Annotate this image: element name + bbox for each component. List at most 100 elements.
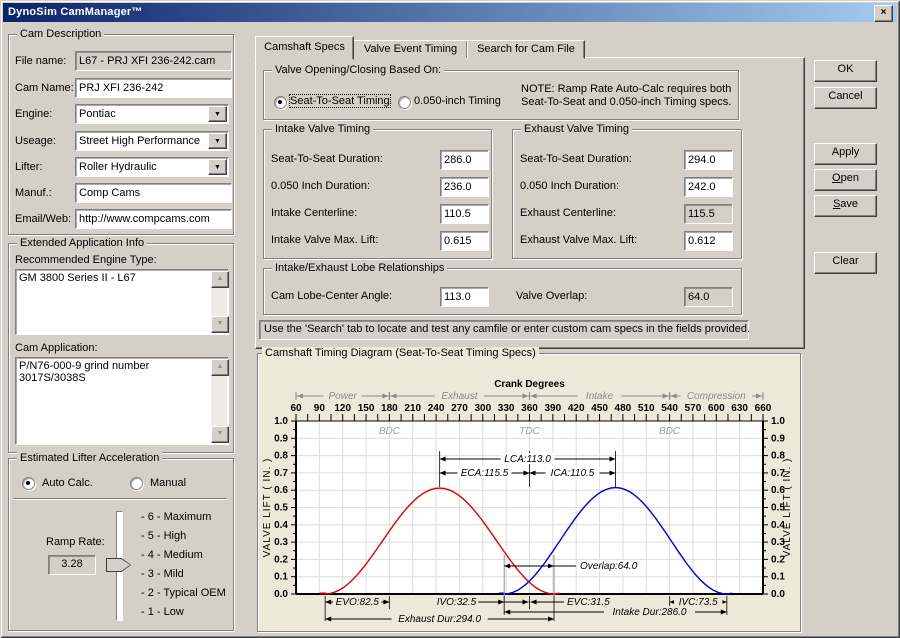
- tab-valve-event-timing[interactable]: Valve Event Timing: [353, 40, 468, 59]
- intake-max-lift-label: Intake Valve Max. Lift:: [271, 234, 379, 246]
- svg-text:390: 390: [545, 403, 562, 414]
- svg-text:1.0: 1.0: [771, 416, 785, 427]
- close-button[interactable]: ×: [874, 5, 893, 22]
- extended-info-group: Extended Application Info Recommended En…: [8, 237, 234, 453]
- intake-max-lift-field[interactable]: 0.615: [440, 231, 489, 251]
- lifter-select[interactable]: Roller Hydraulic ▼: [75, 157, 229, 177]
- intake-centerline-label: Intake Centerline:: [271, 207, 358, 219]
- svg-text:0.1: 0.1: [771, 572, 785, 583]
- svg-text:480: 480: [615, 403, 632, 414]
- inch-timing-radio[interactable]: [398, 96, 411, 109]
- intake-050-duration-field[interactable]: 236.0: [440, 177, 489, 197]
- svg-text:300: 300: [474, 403, 491, 414]
- svg-text:BDC: BDC: [379, 426, 401, 437]
- auto-calc-radio[interactable]: [22, 477, 35, 490]
- useage-select[interactable]: Street High Performance ▼: [75, 131, 229, 151]
- svg-text:630: 630: [731, 403, 748, 414]
- engine-select[interactable]: Pontiac ▼: [75, 104, 229, 124]
- lobe-relationships-group: Intake/Exhaust Lobe Relationships Cam Lo…: [263, 262, 742, 315]
- ok-button[interactable]: OK: [814, 60, 877, 82]
- valve-overlap-field: 64.0: [684, 287, 733, 307]
- useage-label: Useage:: [15, 135, 56, 147]
- svg-text:Crank Degrees: Crank Degrees: [494, 379, 565, 390]
- auto-calc-label: Auto Calc.: [42, 477, 93, 489]
- svg-text:0.3: 0.3: [274, 537, 288, 548]
- intake-timing-group: Intake Valve Timing Seat-To-Seat Duratio…: [263, 123, 492, 259]
- svg-text:0.5: 0.5: [274, 503, 288, 514]
- apply-button[interactable]: Apply: [814, 143, 877, 165]
- save-button[interactable]: Save: [814, 195, 877, 217]
- svg-text:330: 330: [498, 403, 515, 414]
- divider: [13, 498, 227, 500]
- clear-button[interactable]: Clear: [814, 252, 877, 274]
- slider-scale-6: - 6 - Maximum: [141, 511, 212, 523]
- useage-dropdown-arrow-icon[interactable]: ▼: [208, 133, 227, 149]
- exhaust-centerline-label: Exhaust Centerline:: [520, 207, 616, 219]
- scroll-up-icon[interactable]: ▲: [211, 271, 229, 288]
- file-name-label: File name:: [15, 55, 67, 67]
- svg-text:Intake Dur:286.0: Intake Dur:286.0: [613, 607, 687, 618]
- cam-application-textarea[interactable]: P/N76-000-9 grind number 3017S/3038S ▲ ▼: [15, 357, 229, 445]
- exhaust-050-duration-field[interactable]: 242.0: [684, 177, 733, 197]
- slider-scale-2: - 2 - Typical OEM: [141, 587, 226, 599]
- slider-scale-1: - 1 - Low: [141, 606, 184, 618]
- exhaust-max-lift-field[interactable]: 0.612: [684, 231, 733, 251]
- cam-name-field[interactable]: PRJ XFI 236-242: [75, 78, 232, 98]
- lobe-center-angle-field[interactable]: 113.0: [440, 287, 489, 307]
- manuf-field[interactable]: Comp Cams: [75, 183, 232, 203]
- svg-text:0.2: 0.2: [274, 554, 288, 565]
- note-line2: Seat-To-Seat and 0.050-inch Timing specs…: [521, 96, 732, 108]
- svg-text:Exhaust: Exhaust: [441, 391, 478, 402]
- inch-timing-label: 0.050-inch Timing: [414, 95, 501, 107]
- exhaust-s2s-duration-label: Seat-To-Seat Duration:: [520, 153, 632, 165]
- svg-text:210: 210: [404, 403, 421, 414]
- engine-type-textarea[interactable]: GM 3800 Series II - L67 ▲ ▼: [15, 269, 229, 335]
- cam-application-scrollbar[interactable]: ▲ ▼: [211, 359, 229, 443]
- lobe-relationships-title: Intake/Exhaust Lobe Relationships: [272, 262, 448, 275]
- engine-dropdown-arrow-icon[interactable]: ▼: [208, 106, 227, 122]
- seat-to-seat-label[interactable]: Seat-To-Seat Timing: [289, 94, 391, 108]
- exhaust-s2s-duration-field[interactable]: 294.0: [684, 150, 733, 170]
- svg-text:TDC: TDC: [519, 426, 540, 437]
- intake-centerline-field[interactable]: 110.5: [440, 204, 489, 224]
- svg-text:Compression: Compression: [687, 391, 746, 402]
- svg-text:60: 60: [290, 403, 302, 414]
- svg-text:1.0: 1.0: [274, 416, 288, 427]
- scroll-down-icon[interactable]: ▼: [211, 426, 229, 443]
- open-button[interactable]: Open: [814, 169, 877, 191]
- timing-diagram-svg: 0.0 0.00.1 0.10.2 0.20.3 0.30.4 0.40.5 0.50.6 0…: [262, 379, 793, 625]
- tab-search-for-cam-file[interactable]: Search for Cam File: [467, 40, 585, 59]
- email-web-field[interactable]: http://www.compcams.com: [75, 209, 232, 229]
- svg-text:LCA:113.0: LCA:113.0: [504, 454, 551, 465]
- exhaust-050-duration-label: 0.050 Inch Duration:: [520, 180, 620, 192]
- svg-text:420: 420: [568, 403, 585, 414]
- slider-scale-4: - 4 - Medium: [141, 549, 203, 561]
- lifter-value: Roller Hydraulic: [79, 161, 157, 173]
- slider-scale-3: - 3 - Mild: [141, 568, 184, 580]
- ramp-rate-slider-thumb[interactable]: [106, 558, 131, 572]
- svg-text:0.4: 0.4: [274, 520, 288, 531]
- svg-text:360: 360: [521, 403, 538, 414]
- scroll-down-icon[interactable]: ▼: [211, 316, 229, 333]
- svg-text:450: 450: [591, 403, 608, 414]
- useage-value: Street High Performance: [79, 135, 201, 147]
- valve-basis-title: Valve Opening/Closing Based On:: [272, 64, 445, 77]
- file-name-field: L67 - PRJ XFI 236-242.cam: [75, 51, 232, 71]
- svg-text:600: 600: [708, 403, 725, 414]
- manual-radio[interactable]: [130, 477, 143, 490]
- scroll-up-icon[interactable]: ▲: [211, 359, 229, 376]
- lifter-dropdown-arrow-icon[interactable]: ▼: [208, 159, 227, 175]
- svg-text:ICA:110.5: ICA:110.5: [551, 468, 595, 479]
- tab-camshaft-specs[interactable]: Camshaft Specs: [255, 36, 354, 60]
- svg-text:0.1: 0.1: [274, 572, 288, 583]
- seat-to-seat-radio[interactable]: [274, 96, 287, 109]
- lifter-accel-group: Estimated Lifter Acceleration Auto Calc.…: [8, 452, 234, 631]
- svg-text:Power: Power: [329, 391, 358, 402]
- svg-text:Overlap:64.0: Overlap:64.0: [580, 561, 638, 572]
- extended-info-title: Extended Application Info: [17, 237, 148, 250]
- cancel-button[interactable]: Cancel: [814, 87, 877, 109]
- svg-text:Intake: Intake: [586, 391, 614, 402]
- intake-s2s-duration-field[interactable]: 286.0: [440, 150, 489, 170]
- engine-type-scrollbar[interactable]: ▲ ▼: [211, 271, 229, 333]
- svg-text:180: 180: [381, 403, 398, 414]
